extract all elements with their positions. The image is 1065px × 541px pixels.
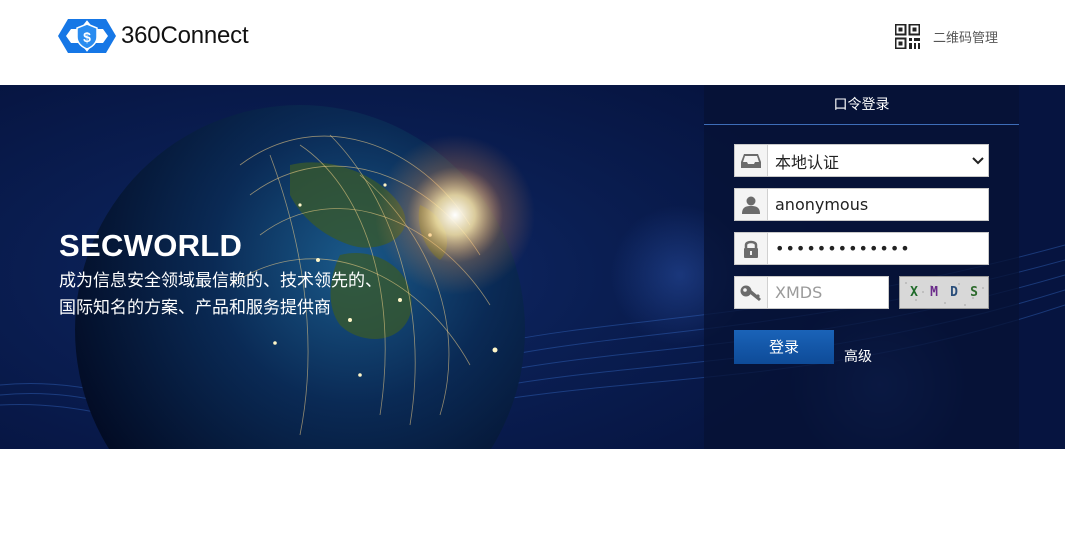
captcha-text: X M D S — [900, 277, 988, 308]
qrcode-icon — [895, 23, 920, 49]
tab-password-login[interactable]: 口令登录 — [704, 85, 1019, 125]
qrcode-manage-link[interactable]: 二维码管理 — [895, 23, 998, 49]
user-icon — [735, 189, 768, 220]
hero-banner: SECWORLD 成为信息安全领域最信赖的、技术领先的、 国际知名的方案、产品和… — [0, 85, 1065, 449]
captcha-char: S — [970, 285, 978, 300]
captcha-char: X — [910, 285, 918, 300]
password-field[interactable]: ••••••••••••• — [734, 232, 989, 265]
captcha-field[interactable]: XMDS — [734, 276, 889, 309]
slogan-line-2: 国际知名的方案、产品和服务提供商 — [59, 298, 331, 318]
chevron-down-icon — [968, 156, 988, 165]
brand-logo-icon: $ — [58, 19, 116, 53]
captcha-image[interactable]: X M D S — [899, 276, 989, 309]
password-value: ••••••••••••• — [775, 239, 911, 258]
key-icon — [735, 277, 768, 308]
inbox-icon — [735, 145, 768, 176]
username-value: anonymous — [775, 195, 869, 214]
slogan-line-1: 成为信息安全领域最信赖的、技术领先的、 — [59, 271, 382, 291]
login-button[interactable]: 登录 — [734, 330, 834, 364]
captcha-input: XMDS — [775, 283, 823, 302]
captcha-char: D — [950, 285, 958, 300]
brand-logo[interactable]: $ 360Connect — [58, 17, 249, 55]
login-panel: 口令登录 本地认证 anonymous ••••••••••••• XMDS X… — [704, 85, 1019, 449]
username-field[interactable]: anonymous — [734, 188, 989, 221]
captcha-char: M — [930, 285, 938, 300]
header: $ 360Connect 二维码管理 — [0, 0, 1065, 85]
lock-icon — [735, 233, 768, 264]
auth-method-select[interactable]: 本地认证 — [734, 144, 989, 177]
slogan: SECWORLD 成为信息安全领域最信赖的、技术领先的、 国际知名的方案、产品和… — [59, 228, 382, 322]
auth-method-value: 本地认证 — [775, 152, 840, 172]
svg-text:$: $ — [83, 29, 91, 45]
slogan-title: SECWORLD — [59, 228, 243, 263]
advanced-link[interactable]: 高级 — [844, 346, 872, 366]
qrcode-manage-label: 二维码管理 — [933, 30, 999, 46]
brand-name: 360Connect — [121, 22, 249, 49]
